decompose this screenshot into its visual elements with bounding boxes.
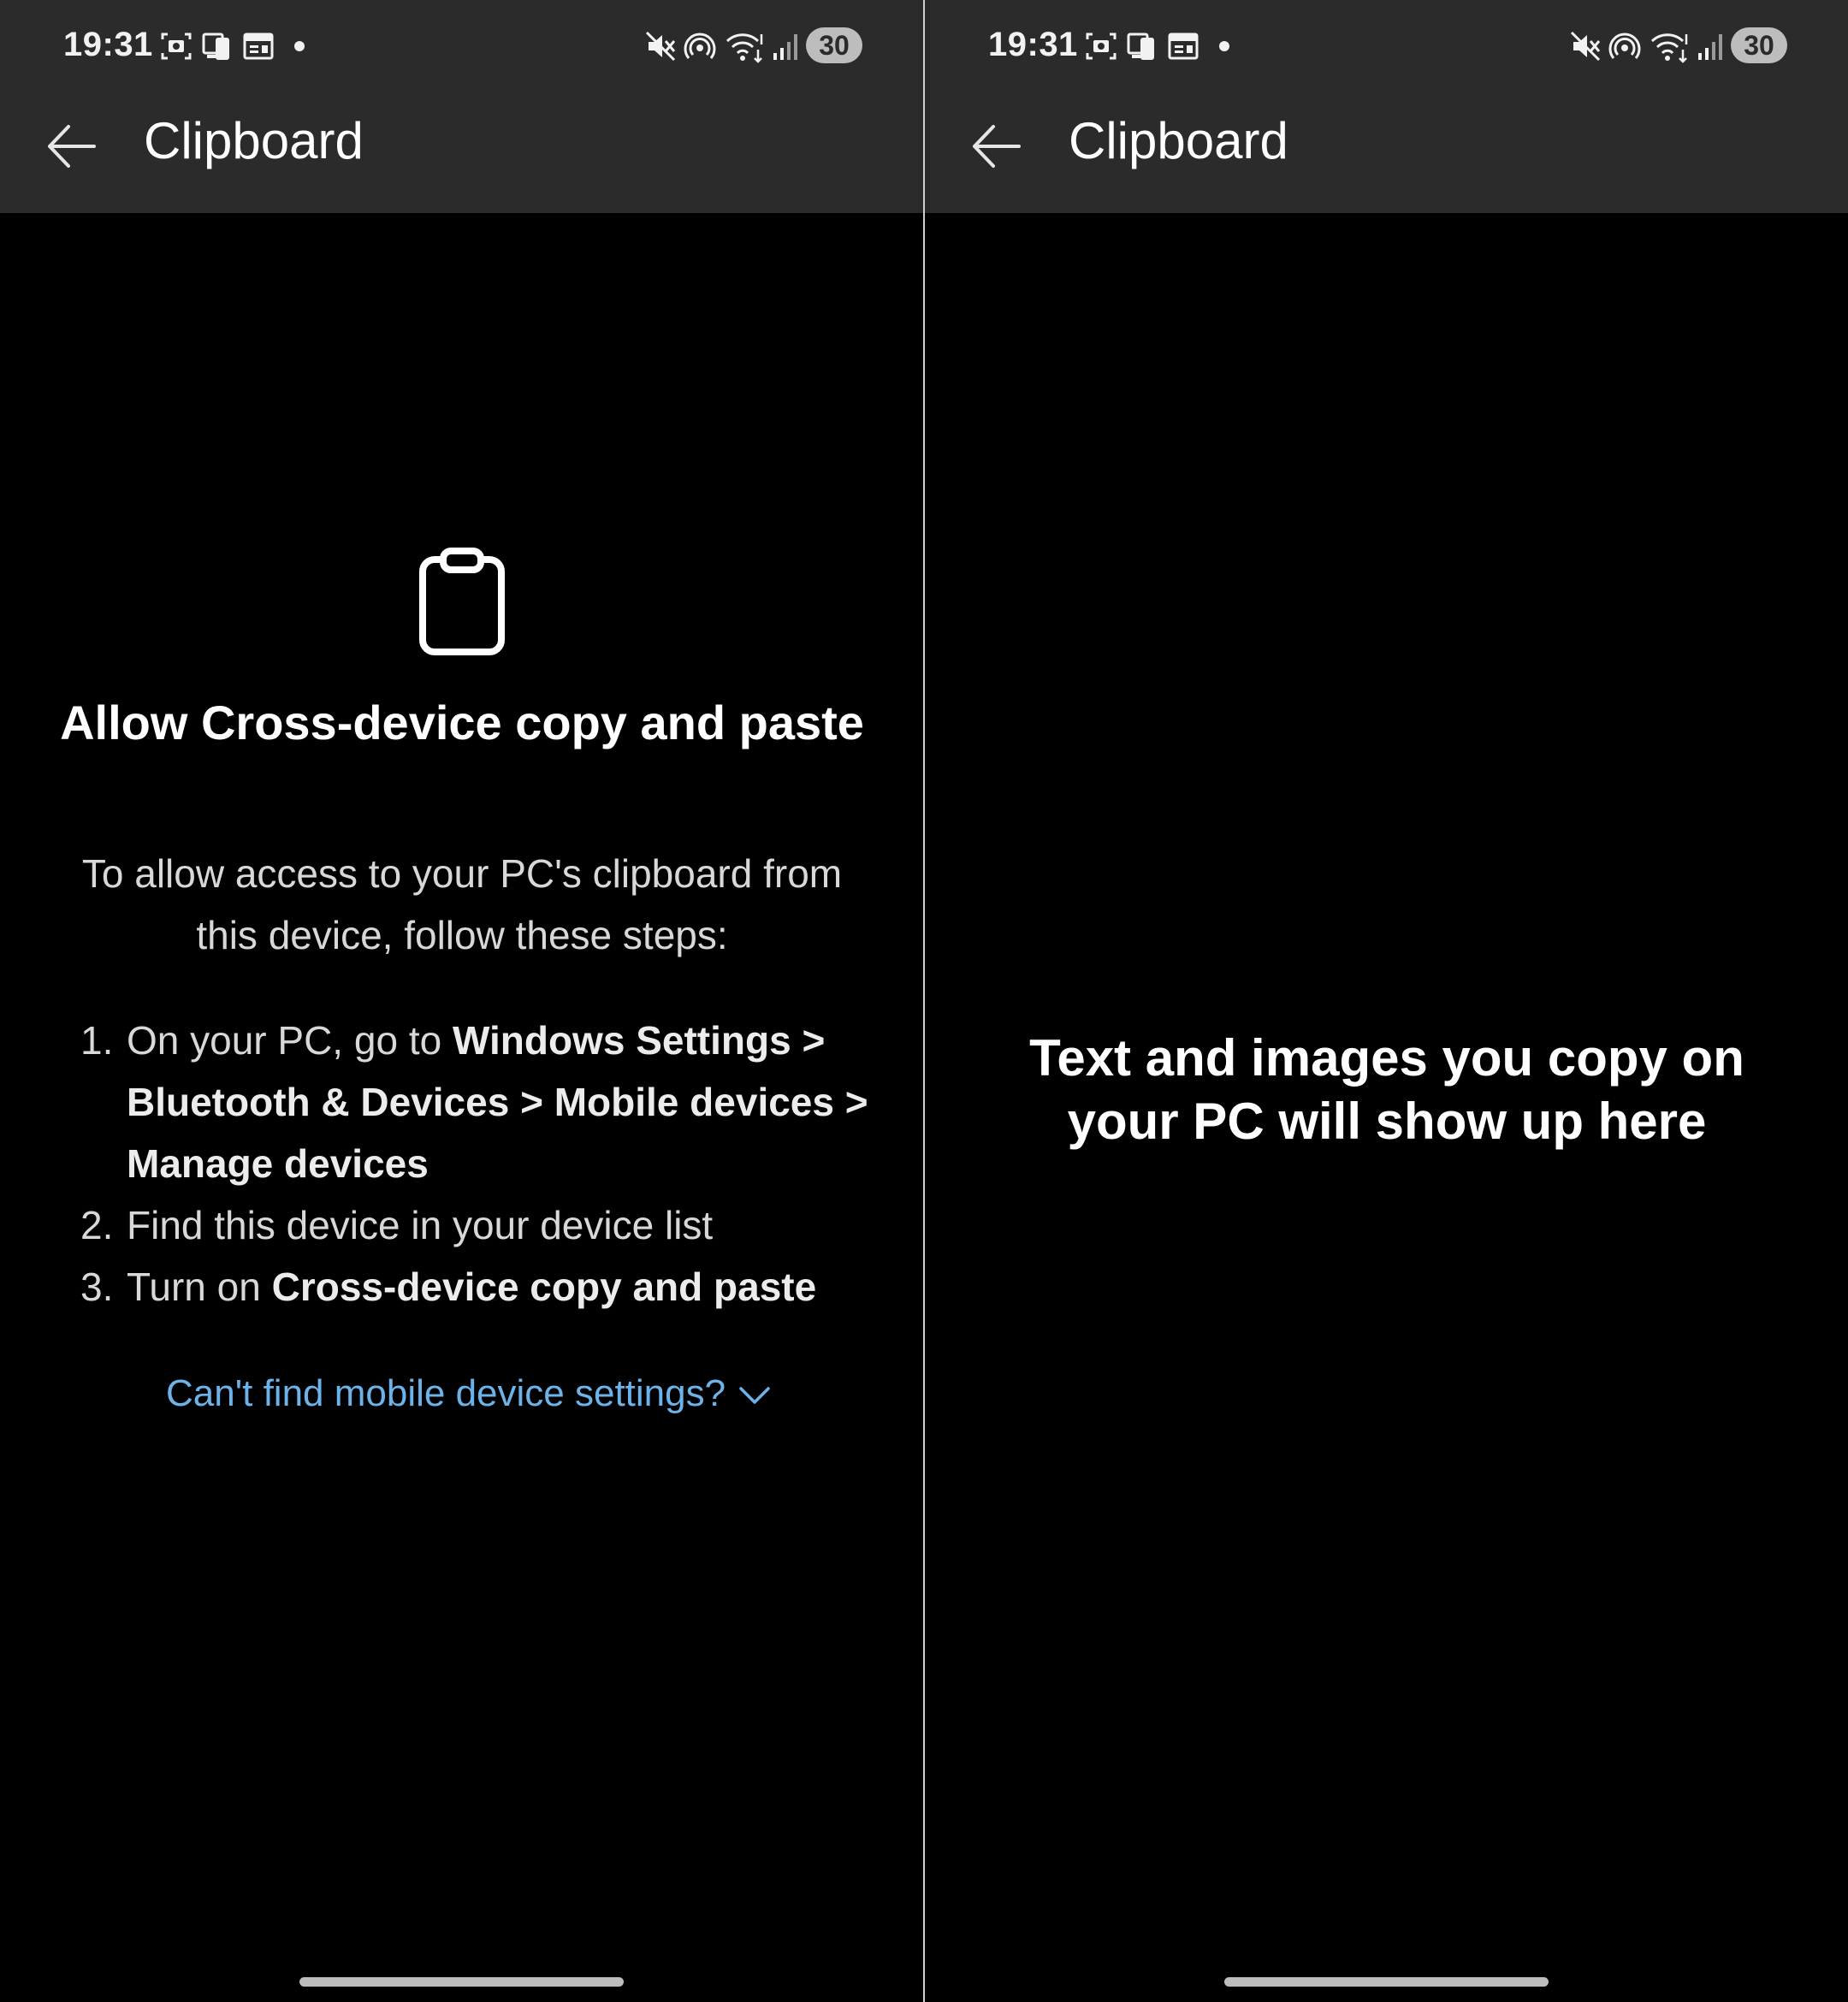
- screenshot-icon: [1086, 33, 1116, 60]
- status-bar: 19:31 30: [925, 0, 1848, 92]
- status-time: 19:31: [63, 26, 153, 63]
- mute-icon: [1570, 31, 1601, 62]
- step-text: On your PC, go to: [127, 1018, 453, 1063]
- back-arrow-icon[interactable]: [43, 118, 99, 175]
- steps-list: 1. On your PC, go to Windows Settings > …: [80, 1010, 885, 1318]
- step-item: 2. Find this device in your device list: [80, 1194, 885, 1256]
- header: 19:31 30 Clipboard: [0, 0, 923, 213]
- page-title: Clipboard: [144, 112, 364, 169]
- clipboard-icon: [419, 548, 505, 655]
- notification-dot: [294, 41, 305, 51]
- battery-indicator: 30: [806, 27, 862, 63]
- wifi-icon: [726, 33, 763, 63]
- app-bar: Clipboard: [0, 92, 923, 213]
- step-item: 3. Turn on Cross-device copy and paste: [80, 1256, 885, 1318]
- right-screen: 19:31 30 Clipboard Text and images you c…: [925, 0, 1848, 2002]
- step-number: 1.: [80, 1018, 114, 1063]
- battery-indicator: 30: [1731, 27, 1787, 63]
- help-settings-link[interactable]: Can't find mobile device settings?: [166, 1372, 772, 1415]
- calendar-icon: [243, 33, 274, 60]
- signal-icon: [1698, 34, 1722, 60]
- hotspot-icon: [684, 33, 716, 59]
- home-indicator[interactable]: [1224, 1977, 1549, 1987]
- empty-state-message: Text and images you copy on your PC will…: [1029, 1029, 1744, 1150]
- notification-dot: [1219, 41, 1229, 51]
- header: 19:31 30 Clipboard: [925, 0, 1848, 213]
- page-title: Clipboard: [1069, 112, 1288, 169]
- step-number: 3.: [80, 1265, 114, 1309]
- app-bar: Clipboard: [925, 92, 1848, 213]
- step-text: Find this device in your device list: [127, 1203, 714, 1247]
- step-text: Turn on: [127, 1265, 272, 1309]
- help-link-label: Can't find mobile device settings?: [166, 1372, 726, 1414]
- mute-icon: [645, 31, 676, 62]
- step-bold-text: Cross-device copy and paste: [271, 1265, 817, 1309]
- phone-link-icon: [202, 33, 229, 60]
- screenshot-icon: [161, 33, 192, 60]
- home-indicator[interactable]: [299, 1977, 624, 1987]
- hotspot-icon: [1608, 33, 1641, 59]
- signal-icon: [773, 34, 797, 60]
- permission-description: To allow access to your PC's clipboard f…: [81, 851, 843, 957]
- chevron-down-icon: [739, 1387, 770, 1405]
- phone-link-icon: [1127, 33, 1154, 60]
- screenshot-root: 19:31 30 Clipboard Allow Cross-device co…: [0, 0, 1848, 2002]
- calendar-icon: [1168, 33, 1199, 60]
- step-item: 1. On your PC, go to Windows Settings > …: [80, 1010, 885, 1194]
- left-screen: 19:31 30 Clipboard Allow Cross-device co…: [0, 0, 923, 2002]
- permission-heading: Allow Cross-device copy and paste: [60, 696, 864, 749]
- step-number: 2.: [80, 1203, 114, 1247]
- status-time: 19:31: [988, 26, 1078, 63]
- wifi-icon: [1650, 33, 1688, 63]
- back-arrow-icon[interactable]: [968, 118, 1024, 175]
- status-bar: 19:31 30: [0, 0, 923, 92]
